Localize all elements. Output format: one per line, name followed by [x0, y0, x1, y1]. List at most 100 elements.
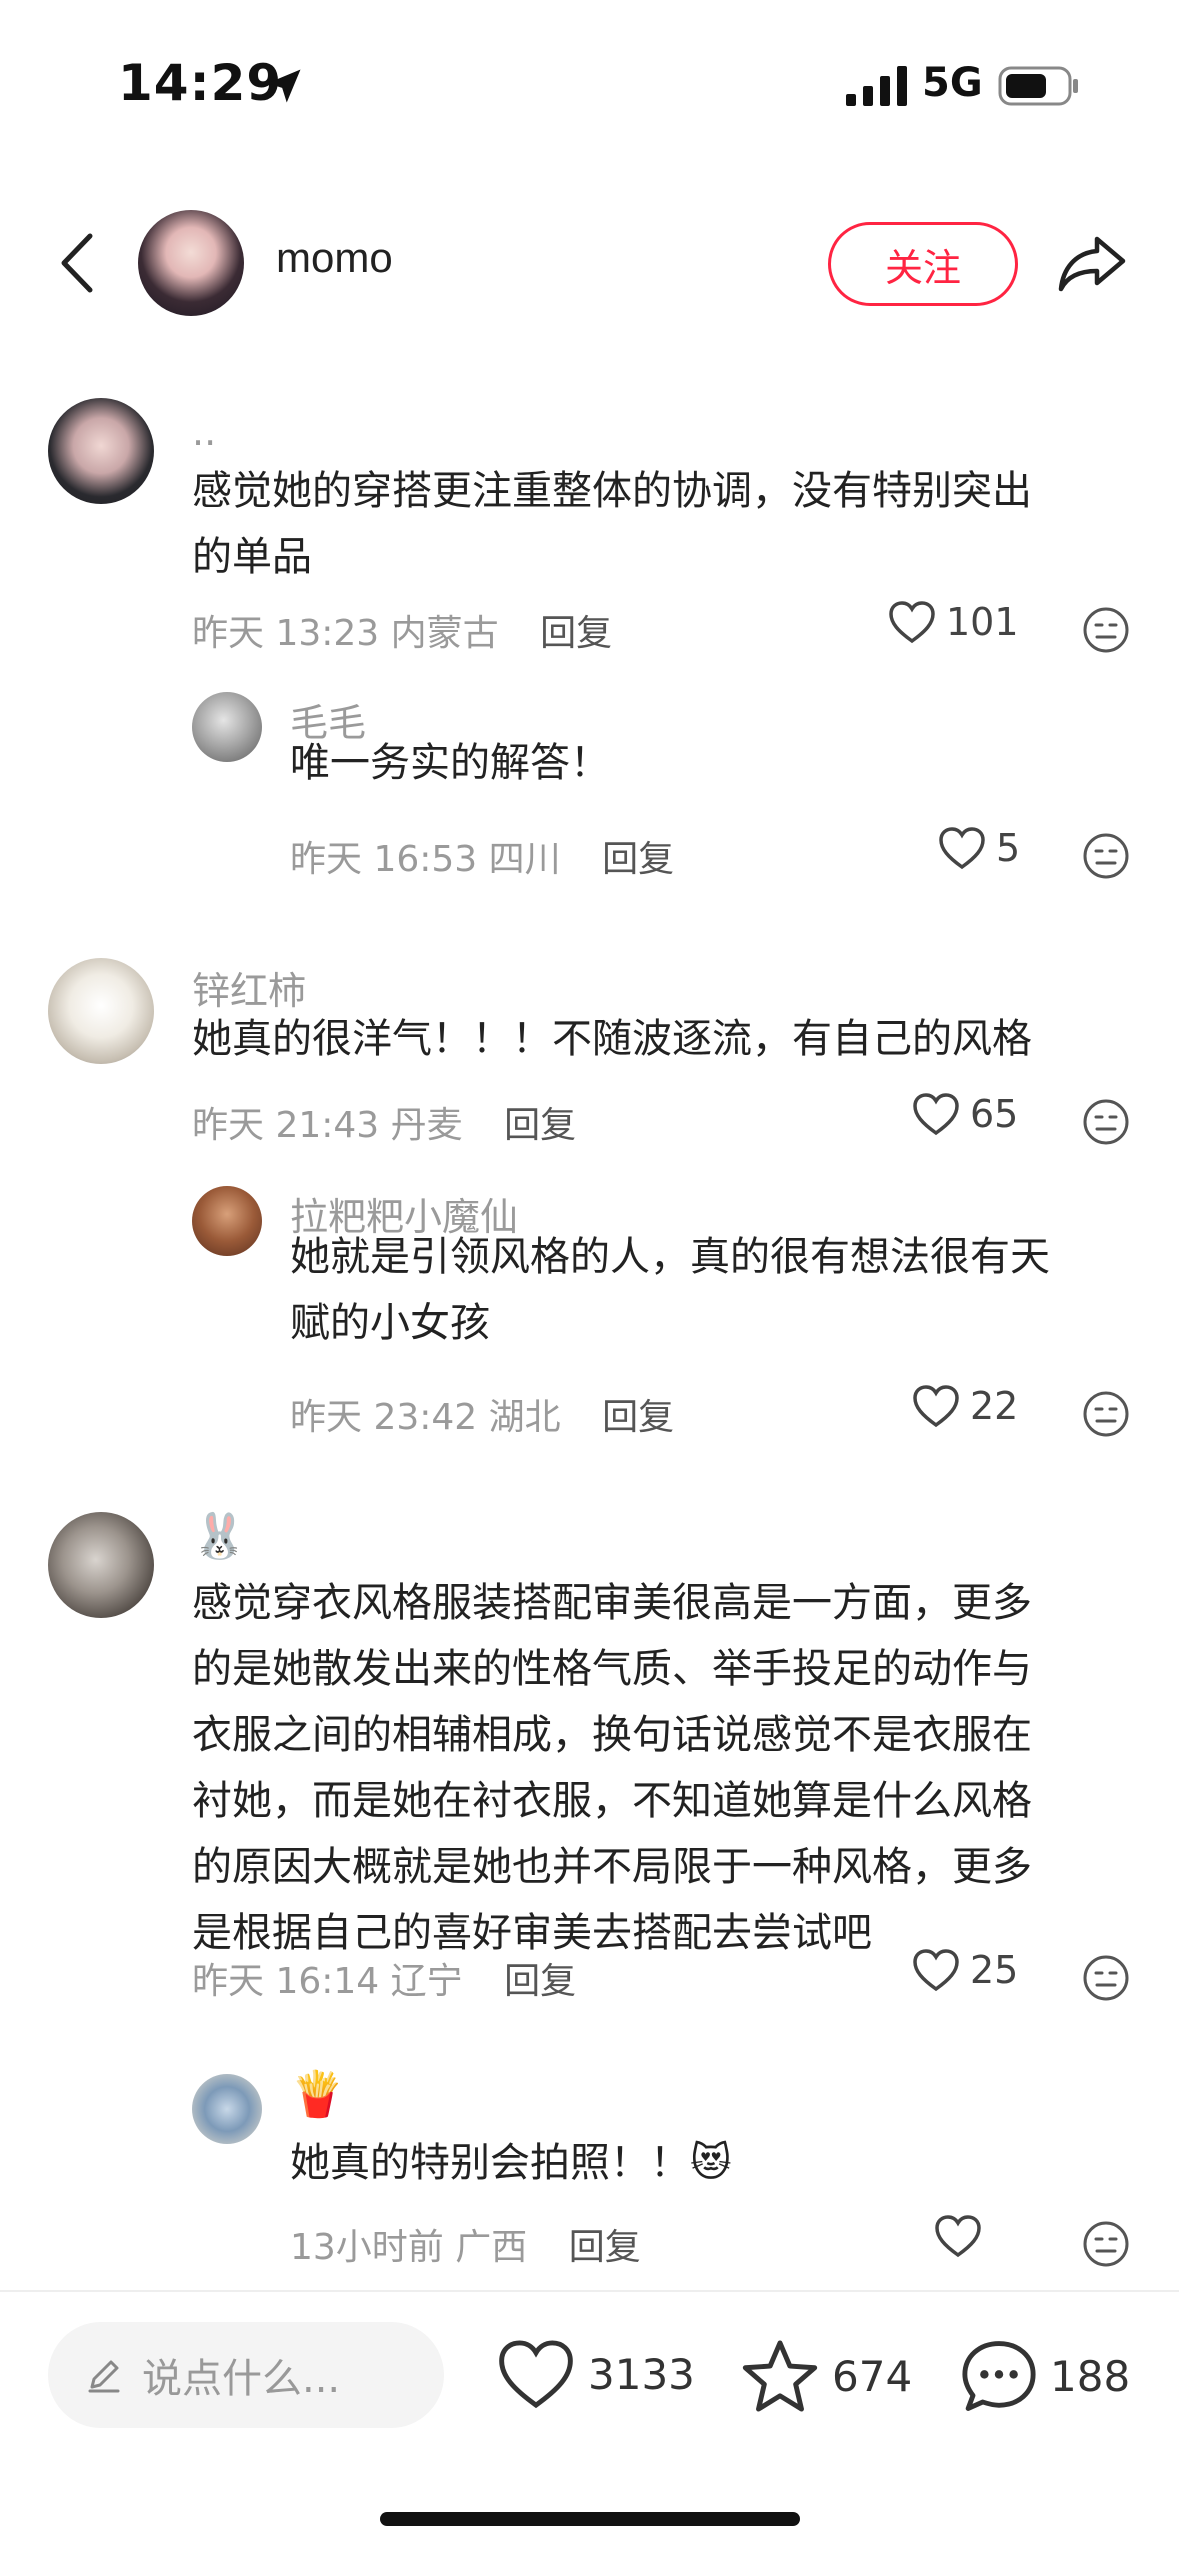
meh-face-icon[interactable] [1082, 606, 1130, 654]
commenter-avatar[interactable] [48, 1512, 154, 1618]
heart-outline-icon [913, 1093, 959, 1136]
like-count: 5 [996, 826, 1021, 870]
meh-face-icon[interactable] [1082, 832, 1130, 880]
like-button[interactable]: 101 [888, 600, 1019, 644]
heart-outline-icon [913, 1949, 959, 1992]
like-button[interactable]: 22 [912, 1384, 1018, 1428]
comment-meta: 昨天 13:23 内蒙古 回复 [192, 604, 612, 656]
meh-face-icon[interactable] [1082, 1098, 1130, 1146]
comment-time: 昨天 21:43 [192, 1105, 380, 1146]
comment-line: 的单品 [192, 534, 312, 580]
comment-count: 188 [1050, 2351, 1131, 2401]
reply-line: 赋的小女孩 [290, 1300, 490, 1346]
reply-button[interactable]: 回复 [602, 1397, 674, 1438]
heart-outline-icon [499, 2340, 573, 2409]
like-button[interactable]: 65 [912, 1092, 1018, 1136]
like-count: 22 [970, 1384, 1019, 1428]
comment-line: 的是她散发出来的性格气质、举手投足的动作与 [192, 1646, 1032, 1692]
comment-line: 感觉她的穿搭更注重整体的协调，没有特别突出 [192, 468, 1032, 514]
collect-button[interactable]: 674 [740, 2338, 912, 2414]
chat-bubble-icon [962, 2341, 1036, 2411]
reply-meta: 昨天 16:53 四川 回复 [290, 830, 674, 882]
reply-button[interactable]: 回复 [569, 2227, 641, 2268]
status-bar: 14:29 5G [0, 0, 1179, 170]
share-icon [1058, 236, 1126, 292]
reply-button[interactable]: 回复 [602, 839, 674, 880]
comment-location: 辽宁 [390, 1961, 463, 2002]
like-button[interactable]: 25 [912, 1948, 1018, 1992]
reply-time: 昨天 23:42 [290, 1397, 478, 1438]
comment-line: 衣服之间的相辅相成，换句话说感觉不是衣服在 [192, 1712, 1032, 1758]
heart-outline-icon [935, 2215, 981, 2258]
comment-line: 衬她，而是她在衬衣服，不知道她算是什么风格 [192, 1778, 1032, 1824]
replier-name[interactable]: 🍟 [290, 2068, 345, 2120]
meh-face-icon[interactable] [1082, 1954, 1130, 2002]
cellular-signal-icon [846, 66, 907, 106]
comment-input[interactable]: 说点什么... [48, 2322, 444, 2428]
comment-meta: 昨天 16:14 辽宁 回复 [192, 1952, 576, 2004]
comment-time: 昨天 13:23 [192, 613, 380, 654]
commenter-avatar[interactable] [48, 398, 154, 504]
reply-text[interactable]: 她就是引领风格的人，真的很有想法很有天 赋的小女孩 [290, 1224, 1130, 1356]
reply-time: 昨天 16:53 [290, 839, 478, 880]
reply-location: 湖北 [488, 1397, 561, 1438]
comment-line: 她真的很洋气！！！不随波逐流，有自己的风格 [192, 1016, 1032, 1062]
comment-line: 感觉穿衣风格服装搭配审美很高是一方面，更多 [192, 1580, 1032, 1626]
reply-line: 她就是引领风格的人，真的很有想法很有天 [290, 1234, 1050, 1280]
comment-input-placeholder: 说点什么... [142, 2356, 341, 2402]
bottom-action-bar: 说点什么... 3133 674 188 [0, 2292, 1179, 2556]
follow-button[interactable]: 关注 [828, 222, 1018, 306]
comment-location: 内蒙古 [390, 613, 499, 654]
reply-time: 13小时前 [290, 2227, 444, 2268]
star-outline-icon [742, 2340, 818, 2412]
comment-location: 丹麦 [390, 1105, 463, 1146]
reply-location: 四川 [488, 839, 561, 880]
reply-text[interactable]: 唯一务实的解答！ [290, 730, 1110, 796]
collect-count: 674 [832, 2351, 913, 2401]
network-type: 5G [922, 60, 983, 106]
reply-meta: 13小时前 广西 回复 [290, 2218, 641, 2270]
reply-button[interactable]: 回复 [504, 1105, 576, 1146]
comment-text[interactable]: 感觉穿衣风格服装搭配审美很高是一方面，更多 的是她散发出来的性格气质、举手投足的… [192, 1570, 1112, 1966]
author-avatar[interactable] [138, 210, 244, 316]
comment-text[interactable]: 她真的很洋气！！！不随波逐流，有自己的风格 [192, 1006, 1112, 1072]
replier-avatar[interactable] [192, 692, 262, 762]
reply-text[interactable]: 她真的特别会拍照！！😻 [290, 2130, 1110, 2196]
pencil-icon [88, 2360, 120, 2393]
replier-avatar[interactable] [192, 2074, 262, 2144]
commenter-name[interactable]: 🐰 [192, 1510, 247, 1562]
meh-face-icon[interactable] [1082, 2220, 1130, 2268]
share-button[interactable] [1054, 228, 1130, 298]
commenter-name[interactable]: .. [192, 410, 216, 454]
post-header: momo 关注 [0, 190, 1179, 330]
post-like-count: 3133 [588, 2349, 695, 2399]
meh-face-icon[interactable] [1082, 1390, 1130, 1438]
comment-text[interactable]: 感觉她的穿搭更注重整体的协调，没有特别突出 的单品 [192, 458, 1112, 590]
comment-meta: 昨天 21:43 丹麦 回复 [192, 1096, 576, 1148]
like-button[interactable] [934, 2214, 992, 2258]
like-count: 25 [970, 1948, 1019, 1992]
reply-line: 她真的特别会拍照！！😻 [290, 2140, 732, 2186]
comment-button[interactable]: 188 [960, 2338, 1130, 2414]
commenter-avatar[interactable] [48, 958, 154, 1064]
author-name[interactable]: momo [276, 234, 393, 282]
reply-button[interactable]: 回复 [540, 613, 612, 654]
replier-avatar[interactable] [192, 1186, 262, 1256]
like-count: 65 [970, 1092, 1019, 1136]
heart-outline-icon [889, 601, 935, 644]
reply-button[interactable]: 回复 [504, 1961, 576, 2002]
like-count: 101 [946, 600, 1019, 644]
reply-meta: 昨天 23:42 湖北 回复 [290, 1388, 674, 1440]
home-indicator[interactable] [380, 2512, 800, 2526]
reply-location: 广西 [455, 2227, 528, 2268]
back-button[interactable] [46, 228, 106, 298]
location-arrow-icon [267, 69, 301, 103]
like-button[interactable]: 5 [938, 826, 1020, 870]
post-like-button[interactable]: 3133 [496, 2338, 695, 2410]
battery-icon [998, 66, 1078, 106]
status-time: 14:29 [118, 54, 283, 112]
heart-outline-icon [939, 827, 985, 870]
reply-line: 唯一务实的解答！ [290, 740, 610, 786]
heart-outline-icon [913, 1385, 959, 1428]
comment-line: 的原因大概就是她也并不局限于一种风格，更多 [192, 1844, 1032, 1890]
